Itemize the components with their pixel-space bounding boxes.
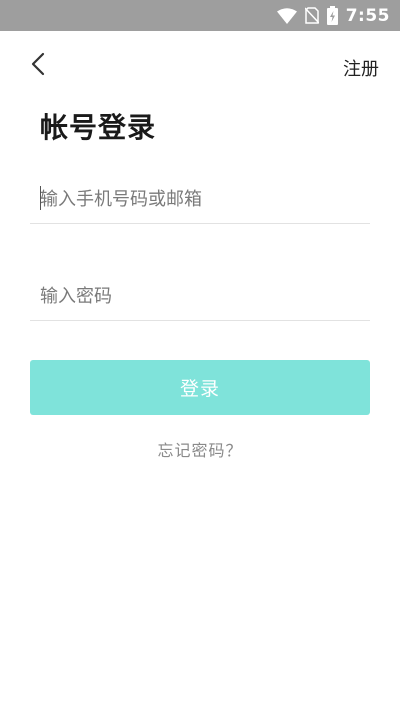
- no-sim-icon: [304, 7, 319, 24]
- back-button[interactable]: [24, 52, 52, 80]
- password-input[interactable]: [30, 273, 370, 319]
- login-button[interactable]: 登录: [30, 360, 370, 415]
- phone-email-field: [30, 176, 370, 224]
- status-bar: 7:55: [0, 0, 400, 31]
- top-bar: 注册: [0, 46, 400, 86]
- wifi-icon: [276, 7, 297, 24]
- page-title: 帐号登录: [40, 111, 157, 144]
- chevron-left-icon: [31, 52, 45, 80]
- status-time: 7:55: [345, 5, 390, 26]
- register-link[interactable]: 注册: [343, 55, 379, 81]
- phone-email-input[interactable]: [30, 176, 370, 222]
- forgot-password-link[interactable]: 忘记密码？: [0, 437, 400, 461]
- text-caret: [40, 186, 41, 210]
- battery-charging-icon: [326, 6, 338, 25]
- password-field: [30, 273, 370, 321]
